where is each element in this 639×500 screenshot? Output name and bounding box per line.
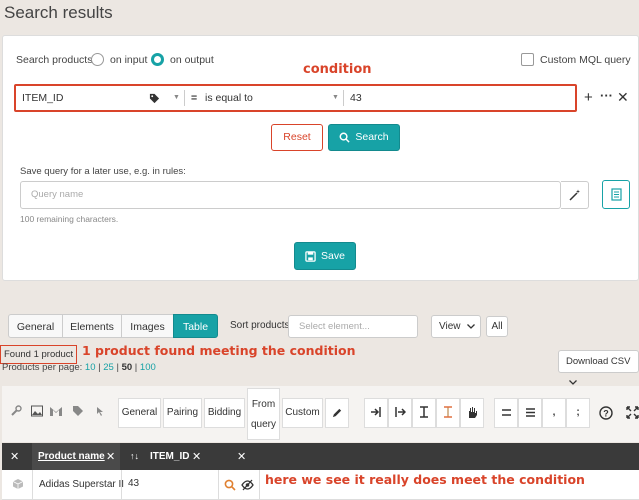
save-button-label: Save: [321, 250, 345, 262]
general-button[interactable]: General: [118, 398, 161, 428]
more-options-icon[interactable]: ···: [600, 88, 613, 103]
remove-product-name-icon[interactable]: ✕: [106, 450, 115, 463]
tab-general[interactable]: General: [8, 314, 63, 338]
from-query-button[interactable]: From query: [247, 388, 280, 440]
query-label: query: [250, 419, 276, 430]
radio-on-input[interactable]: [91, 53, 104, 66]
merge-icon[interactable]: [436, 398, 460, 428]
reset-button[interactable]: Reset: [271, 124, 323, 151]
per-page-10[interactable]: 10: [85, 362, 96, 373]
per-page-label: Products per page:: [2, 362, 83, 373]
from-label: From: [251, 399, 276, 410]
table-annotation: here we see it really does meet the cond…: [265, 472, 585, 487]
page-title: Search results: [4, 3, 113, 22]
custom-mql-label: Custom MQL query: [540, 54, 631, 66]
custom-button[interactable]: Custom: [282, 398, 323, 428]
tag-icon[interactable]: [149, 86, 160, 110]
search-button[interactable]: Search: [328, 124, 400, 151]
tags-icon[interactable]: [72, 405, 84, 420]
all-button[interactable]: All: [486, 316, 508, 337]
help-icon[interactable]: ?: [599, 406, 613, 423]
column-item-id[interactable]: ITEM_ID: [150, 451, 189, 462]
column-product-name[interactable]: Product name: [38, 451, 105, 462]
click-icon[interactable]: [93, 405, 105, 420]
bidding-button[interactable]: Bidding: [204, 398, 245, 428]
per-page-100[interactable]: 100: [140, 362, 156, 373]
expand-icon[interactable]: [626, 406, 639, 422]
tab-table[interactable]: Table: [173, 314, 218, 338]
close-icon[interactable]: ✕: [617, 89, 629, 106]
move-out-icon[interactable]: [388, 398, 412, 428]
download-chevron-icon: [569, 380, 577, 385]
equals-icon: =: [191, 92, 198, 104]
image-icon[interactable]: [31, 405, 43, 420]
column-toolbar: General Pairing Bidding From query Custo…: [2, 386, 639, 442]
condition-row: ITEM_ID ▼ = is equal to ▼ 43: [14, 84, 577, 112]
tab-images[interactable]: Images: [121, 314, 174, 338]
download-csv-button[interactable]: Download CSV: [558, 350, 639, 385]
chevron-down-icon: [467, 323, 476, 329]
radio-on-output-label: on output: [170, 54, 214, 66]
sort-icon[interactable]: ↑↓: [130, 451, 139, 461]
cell-item-id: 43: [128, 478, 140, 489]
download-csv-label: Download CSV: [566, 356, 631, 367]
search-product-icon[interactable]: [224, 479, 236, 494]
remove-extra-column-icon[interactable]: ✕: [237, 450, 246, 463]
add-condition-icon[interactable]: +: [584, 89, 593, 106]
field-select[interactable]: ITEM_ID: [22, 86, 142, 110]
condition-annotation: condition: [303, 62, 372, 77]
remove-column-icon[interactable]: ✕: [10, 450, 19, 463]
list-icon[interactable]: [518, 398, 542, 428]
pencil-icon[interactable]: [325, 398, 349, 428]
sort-products-label: Sort products: [230, 320, 290, 331]
document-icon[interactable]: [602, 180, 630, 209]
hide-icon[interactable]: [241, 479, 254, 494]
per-page: Products per page: 10 | 25 | 50 | 100: [2, 362, 156, 373]
search-icon: [339, 132, 350, 143]
cube-icon: [12, 478, 24, 493]
save-button[interactable]: Save: [294, 242, 356, 270]
svg-text:?: ?: [603, 409, 609, 419]
per-page-25[interactable]: 25: [103, 362, 114, 373]
remove-item-id-icon[interactable]: ✕: [192, 450, 201, 463]
semicolon-icon[interactable]: ;: [566, 398, 590, 428]
pairing-button[interactable]: Pairing: [163, 398, 202, 428]
save-query-label: Save query for a later use, e.g. in rule…: [20, 166, 186, 177]
align-lines-icon[interactable]: [494, 398, 518, 428]
sort-select[interactable]: Select element...: [288, 315, 418, 338]
value-input[interactable]: 43: [350, 86, 550, 110]
field-chevron-down-icon[interactable]: ▼: [173, 86, 180, 110]
view-label: View: [439, 321, 461, 332]
view-select[interactable]: View: [431, 315, 481, 338]
gmail-icon[interactable]: [49, 405, 63, 420]
found-annotation: 1 product found meeting the condition: [82, 343, 356, 358]
floppy-icon: [305, 250, 316, 262]
table-header: ✕ Product name ✕ ↑↓ ITEM_ID ✕ ✕: [2, 443, 639, 470]
operator-select[interactable]: is equal to: [205, 86, 325, 110]
search-button-label: Search: [355, 131, 389, 143]
search-products-label: Search products:: [16, 54, 96, 66]
per-page-50[interactable]: 50: [122, 362, 133, 373]
hand-icon[interactable]: [460, 398, 484, 428]
radio-on-input-label: on input: [110, 54, 148, 66]
comma-icon[interactable]: ,: [542, 398, 566, 428]
radio-on-output[interactable]: [151, 53, 164, 66]
move-in-icon[interactable]: [364, 398, 388, 428]
wrench-icon[interactable]: [10, 405, 22, 420]
query-name-input[interactable]: Query name: [20, 181, 561, 209]
cell-product-name: Adidas Superstar II: [39, 479, 125, 490]
custom-mql-checkbox[interactable]: [521, 53, 534, 66]
remaining-characters: 100 remaining characters.: [20, 214, 119, 224]
split-icon[interactable]: [412, 398, 436, 428]
magic-wand-icon[interactable]: [561, 181, 589, 209]
tab-elements[interactable]: Elements: [62, 314, 122, 338]
operator-chevron-down-icon[interactable]: ▼: [332, 86, 339, 110]
